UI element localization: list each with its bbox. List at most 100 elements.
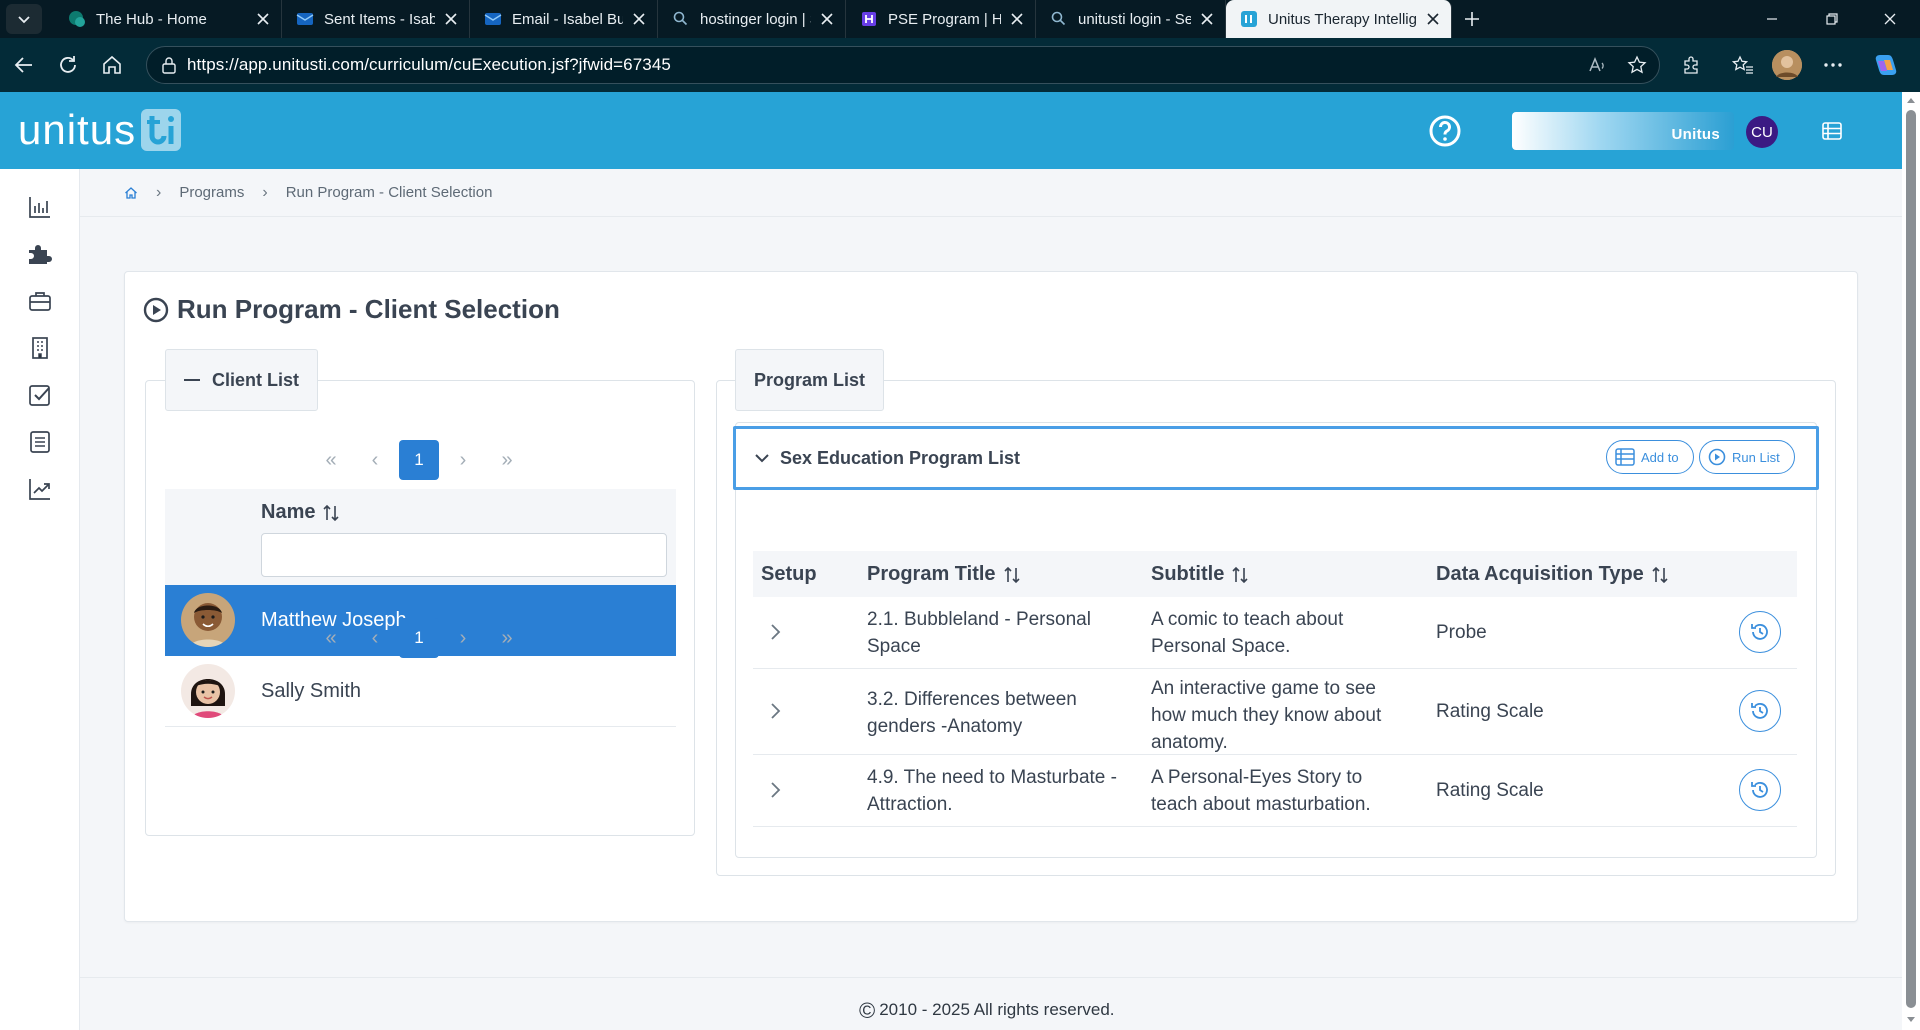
user-avatar[interactable]: CU — [1746, 116, 1778, 148]
name-column-header[interactable]: Name — [261, 501, 340, 524]
more-menu-button[interactable] — [1818, 50, 1848, 80]
history-button[interactable] — [1739, 611, 1781, 653]
history-icon — [1751, 703, 1768, 719]
client-row[interactable]: Sally Smith — [165, 656, 676, 727]
subtitle-line: A Personal-Eyes Story to — [1151, 767, 1363, 788]
minimize-button[interactable] — [1742, 0, 1802, 38]
page-number-button[interactable]: 1 — [399, 440, 439, 480]
program-list-accordion-header[interactable]: Sex Education Program List Add to Run Li… — [733, 426, 1819, 490]
first-page-button[interactable]: « — [311, 618, 351, 658]
sidebar-item-cases[interactable] — [26, 287, 54, 315]
unitus-logo[interactable]: unitus — [18, 106, 182, 154]
tab-unitusti-search[interactable]: unitusti login - Search — [1036, 0, 1226, 38]
chevron-right-icon[interactable] — [769, 781, 781, 799]
child-photo-icon — [181, 664, 235, 718]
new-tab-button[interactable] — [1452, 0, 1492, 38]
history-button[interactable] — [1739, 690, 1781, 732]
close-icon[interactable] — [631, 11, 647, 27]
tab-the-hub[interactable]: The Hub - Home — [54, 0, 282, 38]
close-icon[interactable] — [443, 11, 459, 27]
first-page-button[interactable]: « — [311, 440, 351, 480]
setup-column-header: Setup — [761, 563, 817, 586]
hostinger-icon — [862, 12, 876, 26]
sidebar-item-tasks[interactable] — [26, 381, 54, 409]
home-button[interactable] — [92, 45, 132, 85]
program-title-column-header[interactable]: Program Title — [867, 563, 1020, 586]
sidebar-item-organization[interactable] — [26, 334, 54, 362]
extensions-button[interactable] — [1676, 50, 1706, 80]
tab-email[interactable]: Email - Isabel Bullon Be — [470, 0, 658, 38]
data-acquisition-type-column-header[interactable]: Data Acquisition Type — [1436, 563, 1668, 586]
sharepoint-icon — [69, 11, 85, 27]
restore-button[interactable] — [1802, 0, 1862, 38]
url-text[interactable]: https://app.unitusti.com/curriculum/cuEx… — [187, 55, 671, 75]
sidebar-item-dashboard[interactable] — [26, 193, 54, 221]
favorites-button[interactable] — [1728, 50, 1758, 80]
sort-icon[interactable] — [1003, 566, 1020, 584]
close-icon[interactable] — [255, 11, 271, 27]
next-page-button[interactable]: › — [443, 440, 483, 480]
sidebar-item-reports-list[interactable] — [26, 428, 54, 456]
prev-page-button[interactable]: ‹ — [355, 440, 395, 480]
profile-avatar[interactable] — [1772, 50, 1802, 80]
run-list-button[interactable]: Run List — [1699, 440, 1795, 474]
sort-icon[interactable] — [323, 504, 340, 522]
name-column-label: Name — [261, 501, 316, 523]
minus-icon — [184, 379, 200, 381]
read-aloud-button[interactable] — [1582, 50, 1612, 80]
last-page-button[interactable]: » — [487, 618, 527, 658]
back-button[interactable] — [4, 45, 44, 85]
close-icon[interactable] — [1009, 11, 1025, 27]
help-icon[interactable] — [1428, 114, 1462, 148]
sidebar-item-programs[interactable] — [26, 240, 54, 268]
program-row[interactable]: 2.1. Bubbleland - Personal Space A comic… — [753, 597, 1797, 669]
tab-pse-program[interactable]: PSE Program | Hostinger — [846, 0, 1036, 38]
favorite-button[interactable] — [1622, 50, 1652, 80]
menu-icon[interactable] — [1822, 122, 1842, 140]
client-list-toggle[interactable]: Client List — [165, 349, 319, 411]
scroll-up-icon[interactable] — [1906, 96, 1916, 104]
data-acquisition-type-cell: Rating Scale — [1436, 701, 1544, 722]
subtitle-column-header[interactable]: Subtitle — [1151, 563, 1248, 586]
minimize-icon — [1767, 18, 1777, 20]
close-window-button[interactable] — [1860, 0, 1920, 38]
add-to-button[interactable]: Add to — [1606, 440, 1694, 474]
name-filter-input[interactable] — [261, 533, 667, 577]
refresh-button[interactable] — [48, 45, 88, 85]
sidebar-item-analytics[interactable] — [26, 475, 54, 503]
subtitle-line: how much they know about — [1151, 705, 1382, 726]
tab-title: Sent Items - Isabel Bullon — [324, 10, 435, 28]
copyright-icon: © — [859, 997, 876, 1023]
url-bar[interactable]: https://app.unitusti.com/curriculum/cuEx… — [146, 46, 1660, 84]
organization-banner[interactable]: Unitus — [1512, 112, 1734, 150]
breadcrumb-programs[interactable]: Programs — [179, 184, 244, 201]
main-card: Run Program - Client Selection Client Li… — [124, 271, 1858, 922]
page-number-button[interactable]: 1 — [399, 618, 439, 658]
sort-icon[interactable] — [1652, 566, 1668, 584]
chevron-right-icon[interactable] — [769, 623, 781, 641]
browser-address-bar: https://app.unitusti.com/curriculum/cuEx… — [0, 38, 1920, 92]
copilot-button[interactable] — [1870, 50, 1900, 80]
page-scrollbar[interactable] — [1902, 92, 1920, 1030]
close-icon[interactable] — [819, 11, 835, 27]
close-icon[interactable] — [1199, 11, 1215, 27]
tab-unitus-therapy[interactable]: Unitus Therapy Intelligence — [1226, 0, 1452, 38]
tab-sent-items[interactable]: Sent Items - Isabel Bullon — [282, 0, 470, 38]
next-page-button[interactable]: › — [443, 618, 483, 658]
last-page-button[interactable]: » — [487, 440, 527, 480]
scroll-down-icon[interactable] — [1906, 1016, 1916, 1024]
tab-hostinger-login[interactable]: hostinger login | Sign in — [658, 0, 846, 38]
program-title-line: 2.1. Bubbleland - Personal — [867, 609, 1091, 630]
briefcase-icon — [29, 292, 51, 311]
prev-page-button[interactable]: ‹ — [355, 618, 395, 658]
home-icon[interactable] — [124, 186, 138, 200]
program-row[interactable]: 4.9. The need to Masturbate - Attraction… — [753, 755, 1797, 827]
add-to-label: Add to — [1641, 449, 1679, 465]
sort-icon[interactable] — [1232, 566, 1248, 584]
program-row[interactable]: 3.2. Differences between genders -Anatom… — [753, 669, 1797, 755]
scrollbar-thumb[interactable] — [1906, 110, 1916, 1008]
history-button[interactable] — [1739, 769, 1781, 811]
close-icon[interactable] — [1425, 11, 1441, 27]
chevron-right-icon[interactable] — [769, 702, 781, 720]
tab-actions-menu-button[interactable] — [6, 4, 42, 34]
